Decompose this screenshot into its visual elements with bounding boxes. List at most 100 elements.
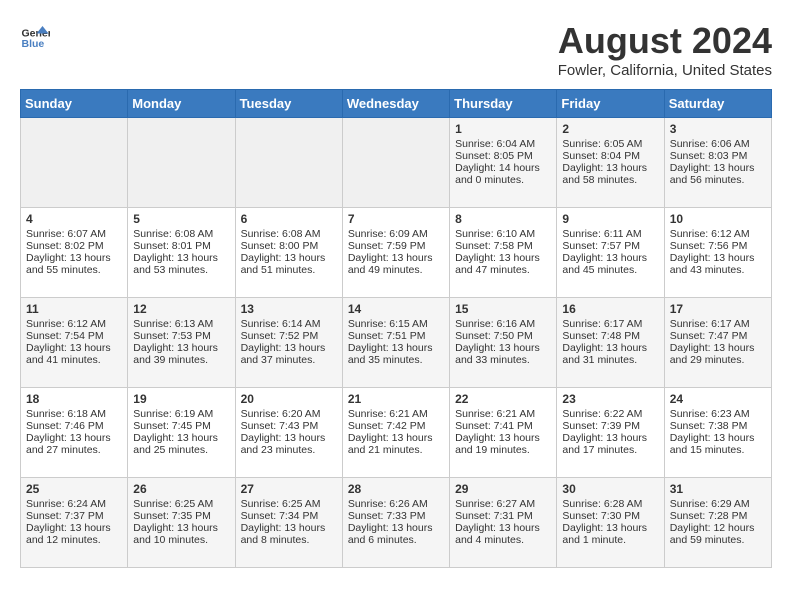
sunrise-text: Sunrise: 6:18 AM: [26, 408, 122, 420]
daylight-text: Daylight: 13 hours and 23 minutes.: [241, 432, 337, 456]
day-number: 14: [348, 302, 444, 316]
sunrise-text: Sunrise: 6:07 AM: [26, 228, 122, 240]
sunset-text: Sunset: 7:34 PM: [241, 510, 337, 522]
day-number: 19: [133, 392, 229, 406]
sunrise-text: Sunrise: 6:25 AM: [133, 498, 229, 510]
daylight-text: Daylight: 13 hours and 49 minutes.: [348, 252, 444, 276]
week-row-5: 25Sunrise: 6:24 AMSunset: 7:37 PMDayligh…: [21, 478, 772, 568]
sunset-text: Sunset: 8:02 PM: [26, 240, 122, 252]
calendar-cell: 14Sunrise: 6:15 AMSunset: 7:51 PMDayligh…: [342, 298, 449, 388]
sunset-text: Sunset: 7:51 PM: [348, 330, 444, 342]
sunset-text: Sunset: 7:33 PM: [348, 510, 444, 522]
calendar-cell: 28 Sunrise: 6:26 AMSunset: 7:33 PMDayligh…: [342, 478, 449, 568]
sunset-text: Sunset: 7:54 PM: [26, 330, 122, 342]
daylight-text: Daylight: 13 hours and 31 minutes.: [562, 342, 658, 366]
calendar-cell: 21 Sunrise: 6:21 AMSunset: 7:42 PMDayligh…: [342, 388, 449, 478]
calendar-cell: 17Sunrise: 6:17 AMSunset: 7:47 PMDayligh…: [664, 298, 771, 388]
calendar-cell: [342, 118, 449, 208]
daylight-text: Daylight: 13 hours and 45 minutes.: [562, 252, 658, 276]
day-number: 4: [26, 212, 122, 226]
sunrise-text: Sunrise: 6:21 AM: [348, 408, 444, 420]
daylight-text: Daylight: 13 hours and 43 minutes.: [670, 252, 766, 276]
calendar-cell: 13Sunrise: 6:14 AMSunset: 7:52 PMDayligh…: [235, 298, 342, 388]
calendar-cell: 29Sunrise: 6:27 AMSunset: 7:31 PMDayligh…: [450, 478, 557, 568]
month-title: August 2024: [558, 20, 772, 62]
daylight-text: Daylight: 13 hours and 25 minutes.: [133, 432, 229, 456]
day-number: 26: [133, 482, 229, 496]
daylight-text: Daylight: 13 hours and 27 minutes.: [26, 432, 122, 456]
day-number: 3: [670, 122, 766, 136]
calendar-cell: 4Sunrise: 6:07 AMSunset: 8:02 PMDaylight…: [21, 208, 128, 298]
calendar-cell: 3Sunrise: 6:06 AMSunset: 8:03 PMDaylight…: [664, 118, 771, 208]
day-number: 24: [670, 392, 766, 406]
calendar-cell: 24Sunrise: 6:23 AMSunset: 7:38 PMDayligh…: [664, 388, 771, 478]
sunrise-text: Sunrise: 6:25 AM: [241, 498, 337, 510]
sunrise-text: Sunrise: 6:09 AM: [348, 228, 444, 240]
week-row-1: 1Sunrise: 6:04 AMSunset: 8:05 PMDaylight…: [21, 118, 772, 208]
calendar-cell: 7Sunrise: 6:09 AMSunset: 7:59 PMDaylight…: [342, 208, 449, 298]
sunrise-text: Sunrise: 6:12 AM: [26, 318, 122, 330]
calendar-cell: 11Sunrise: 6:12 AMSunset: 7:54 PMDayligh…: [21, 298, 128, 388]
sunset-text: Sunset: 7:57 PM: [562, 240, 658, 252]
sunset-text: Sunset: 7:35 PM: [133, 510, 229, 522]
day-number: 5: [133, 212, 229, 226]
calendar-cell: 2Sunrise: 6:05 AMSunset: 8:04 PMDaylight…: [557, 118, 664, 208]
day-number: 28: [348, 482, 444, 496]
weekday-header-row: SundayMondayTuesdayWednesdayThursdayFrid…: [21, 90, 772, 118]
daylight-text: Daylight: 13 hours and 1 minute.: [562, 522, 658, 546]
title-block: August 2024 Fowler, California, United S…: [558, 20, 772, 79]
sunrise-text: Sunrise: 6:26 AM: [348, 498, 444, 510]
daylight-text: Daylight: 13 hours and 39 minutes.: [133, 342, 229, 366]
calendar-cell: 26Sunrise: 6:25 AMSunset: 7:35 PMDayligh…: [128, 478, 235, 568]
weekday-header-saturday: Saturday: [664, 90, 771, 118]
daylight-text: Daylight: 13 hours and 15 minutes.: [670, 432, 766, 456]
calendar-cell: 8Sunrise: 6:10 AMSunset: 7:58 PMDaylight…: [450, 208, 557, 298]
calendar-cell: 9Sunrise: 6:11 AMSunset: 7:57 PMDaylight…: [557, 208, 664, 298]
daylight-text: Daylight: 13 hours and 19 minutes.: [455, 432, 551, 456]
day-number: 12: [133, 302, 229, 316]
day-number: 22: [455, 392, 551, 406]
svg-text:Blue: Blue: [22, 38, 45, 50]
daylight-text: Daylight: 13 hours and 17 minutes.: [562, 432, 658, 456]
calendar-cell: 20Sunrise: 6:20 AMSunset: 7:43 PMDayligh…: [235, 388, 342, 478]
weekday-header-friday: Friday: [557, 90, 664, 118]
daylight-text: Daylight: 13 hours and 21 minutes.: [348, 432, 444, 456]
day-number: 29: [455, 482, 551, 496]
day-number: 13: [241, 302, 337, 316]
sunset-text: Sunset: 7:31 PM: [455, 510, 551, 522]
sunset-text: Sunset: 7:42 PM: [348, 420, 444, 432]
day-number: 25: [26, 482, 122, 496]
calendar-cell: 5Sunrise: 6:08 AMSunset: 8:01 PMDaylight…: [128, 208, 235, 298]
sunrise-text: Sunrise: 6:08 AM: [241, 228, 337, 240]
sunrise-text: Sunrise: 6:21 AM: [455, 408, 551, 420]
sunrise-text: Sunrise: 6:13 AM: [133, 318, 229, 330]
sunrise-text: Sunrise: 6:29 AM: [670, 498, 766, 510]
calendar-cell: 19Sunrise: 6:19 AMSunset: 7:45 PMDayligh…: [128, 388, 235, 478]
weekday-header-thursday: Thursday: [450, 90, 557, 118]
calendar-cell: 30Sunrise: 6:28 AMSunset: 7:30 PMDayligh…: [557, 478, 664, 568]
day-number: 21: [348, 392, 444, 406]
day-number: 15: [455, 302, 551, 316]
calendar-cell: 31Sunrise: 6:29 AMSunset: 7:28 PMDayligh…: [664, 478, 771, 568]
sunrise-text: Sunrise: 6:20 AM: [241, 408, 337, 420]
sunrise-text: Sunrise: 6:12 AM: [670, 228, 766, 240]
sunrise-text: Sunrise: 6:16 AM: [455, 318, 551, 330]
calendar-cell: 6Sunrise: 6:08 AMSunset: 8:00 PMDaylight…: [235, 208, 342, 298]
calendar-cell: [128, 118, 235, 208]
sunrise-text: Sunrise: 6:19 AM: [133, 408, 229, 420]
calendar-cell: [235, 118, 342, 208]
daylight-text: Daylight: 13 hours and 41 minutes.: [26, 342, 122, 366]
logo-icon: General Blue: [20, 20, 50, 50]
daylight-text: Daylight: 13 hours and 6 minutes.: [348, 522, 444, 546]
sunrise-text: Sunrise: 6:15 AM: [348, 318, 444, 330]
calendar-cell: 1Sunrise: 6:04 AMSunset: 8:05 PMDaylight…: [450, 118, 557, 208]
sunset-text: Sunset: 7:43 PM: [241, 420, 337, 432]
calendar-cell: [21, 118, 128, 208]
page-header: General Blue August 2024 Fowler, Califor…: [20, 20, 772, 79]
calendar-cell: 18Sunrise: 6:18 AMSunset: 7:46 PMDayligh…: [21, 388, 128, 478]
day-number: 31: [670, 482, 766, 496]
daylight-text: Daylight: 13 hours and 53 minutes.: [133, 252, 229, 276]
daylight-text: Daylight: 13 hours and 29 minutes.: [670, 342, 766, 366]
sunset-text: Sunset: 7:50 PM: [455, 330, 551, 342]
day-number: 23: [562, 392, 658, 406]
